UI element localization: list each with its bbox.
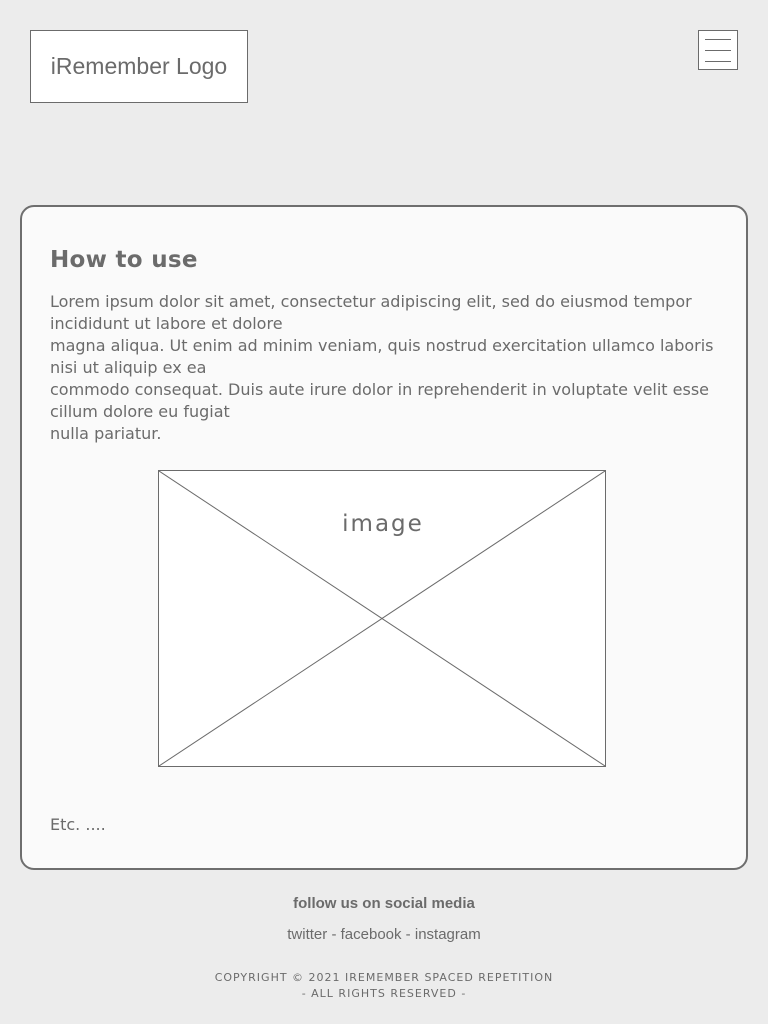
how-to-use-card: How to use Lorem ipsum dolor sit amet, c…: [20, 205, 748, 870]
follow-title: follow us on social media: [293, 895, 475, 912]
body-paragraph: Lorem ipsum dolor sit amet, consectetur …: [50, 292, 692, 333]
image-label: image: [342, 511, 424, 537]
logo-text: iRemember Logo: [50, 53, 228, 79]
body-paragraph: nulla pariatur.: [50, 424, 162, 443]
copyright-line: COPYRIGHT © 2021 IREMEMBER SPACED REPETI…: [214, 971, 554, 984]
link-separator: -: [401, 926, 415, 943]
footer: follow us on social media twitter - face…: [0, 895, 768, 1002]
copyright: COPYRIGHT © 2021 IREMEMBER SPACED REPETI…: [0, 970, 768, 1002]
card-body: Lorem ipsum dolor sit amet, consectetur …: [50, 291, 722, 445]
body-paragraph: commodo consequat. Duis aute irure dolor…: [50, 380, 710, 421]
card-title: How to use: [50, 247, 198, 273]
instagram-link[interactable]: instagram: [415, 926, 481, 943]
facebook-link[interactable]: facebook: [341, 926, 402, 943]
image-placeholder: image: [158, 470, 606, 767]
twitter-link[interactable]: twitter: [287, 926, 327, 943]
link-separator: -: [327, 926, 341, 943]
etc-text: Etc. ....: [50, 815, 106, 834]
hamburger-menu-button[interactable]: [698, 30, 738, 70]
body-paragraph: magna aliqua. Ut enim ad minim veniam, q…: [50, 336, 714, 377]
social-links: twitter - facebook - instagram: [0, 926, 768, 946]
copyright-line: - ALL RIGHTS RESERVED -: [301, 987, 467, 1000]
logo[interactable]: iRemember Logo: [30, 30, 248, 103]
